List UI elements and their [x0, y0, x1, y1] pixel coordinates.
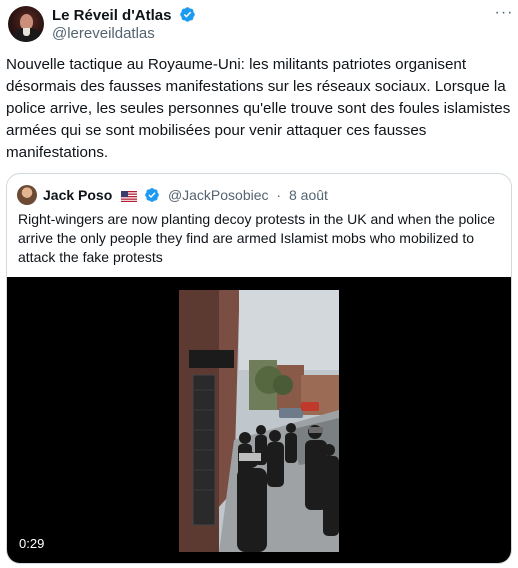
quoted-tweet[interactable]: Jack Poso @JackPosobiec · 8 août Right-w… [6, 173, 512, 564]
quoted-verified-badge-icon [145, 188, 159, 202]
author-display-name[interactable]: Le Réveil d'Atlas [52, 6, 196, 25]
video-player[interactable]: 0:29 [7, 277, 511, 563]
quoted-tweet-header: Jack Poso @JackPosobiec · 8 août [43, 186, 328, 204]
quoted-tweet-text: Right-wingers are now planting decoy pro… [18, 211, 496, 265]
verified-badge-icon [179, 7, 195, 22]
author-display-name-text: Le Réveil d'Atlas [52, 7, 172, 24]
video-duration: 0:29 [19, 536, 45, 551]
quoted-separator: · [276, 187, 282, 203]
quoted-date[interactable]: 8 août [289, 187, 328, 203]
video-thumbnail [179, 290, 339, 552]
quoted-handle[interactable]: @JackPosobiec [168, 187, 269, 203]
avatar-collar [23, 28, 30, 36]
tweet: Le Réveil d'Atlas @lereveildatlas ··· No… [0, 0, 518, 568]
tweet-text: Nouvelle tactique au Royaume-Uni: les mi… [6, 56, 511, 161]
more-options-button[interactable]: ··· [494, 5, 514, 22]
quoted-author-avatar[interactable] [17, 185, 37, 205]
author-handle[interactable]: @lereveildatlas [52, 25, 155, 43]
author-avatar[interactable] [8, 6, 44, 42]
us-flag-icon [121, 191, 138, 202]
quoted-display-name[interactable]: Jack Poso [43, 187, 112, 203]
